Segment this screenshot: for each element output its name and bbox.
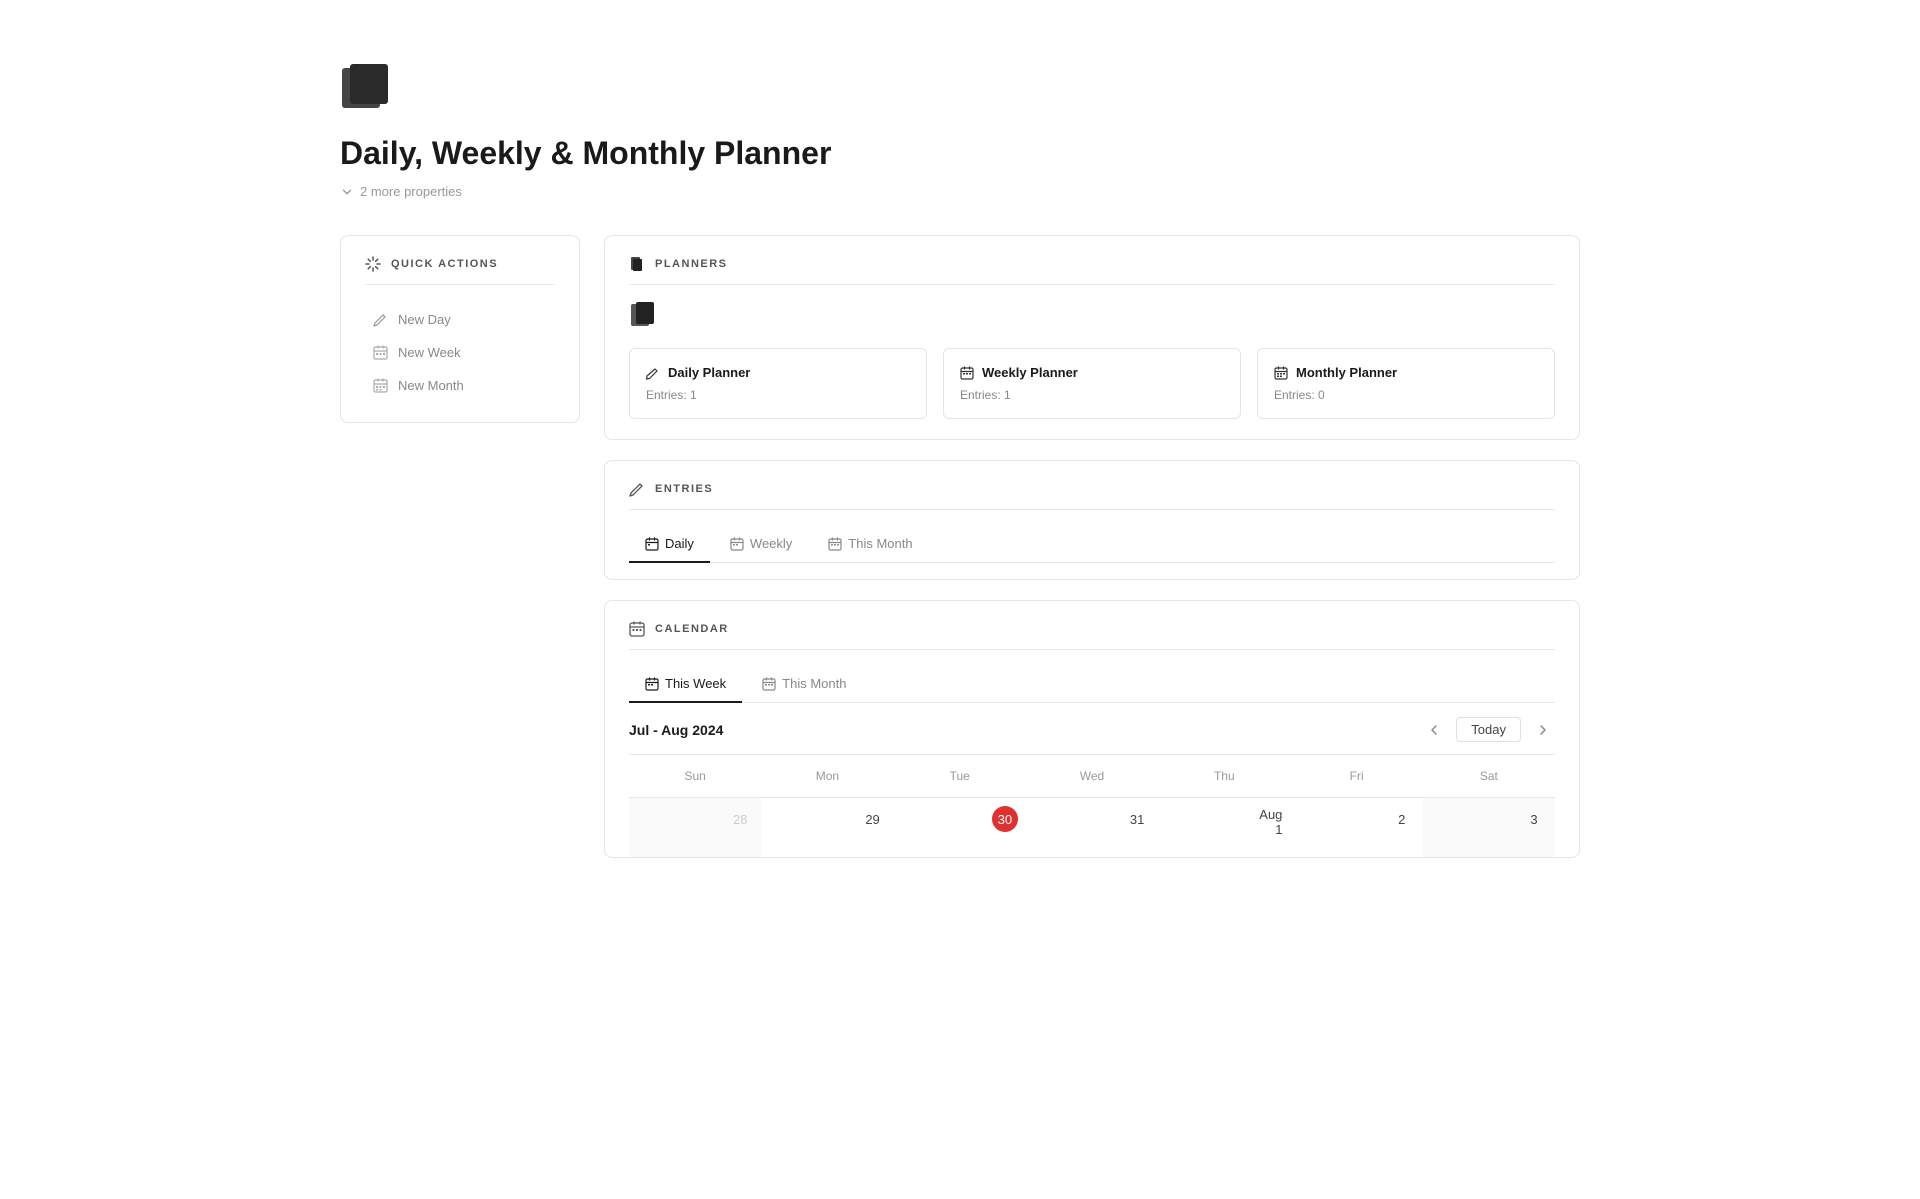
quick-action-new-month[interactable]: New Month	[365, 369, 555, 402]
calendar-cell-3[interactable]: 3	[1423, 797, 1555, 857]
day-header-sun: Sun	[629, 763, 761, 789]
monthly-planner-card[interactable]: Monthly Planner Entries: 0	[1257, 348, 1555, 419]
new-month-label: New Month	[398, 378, 464, 393]
day-num-2: 2	[1389, 806, 1415, 832]
calendar-tab-list: This Week This Month	[629, 666, 1555, 703]
calendar-month-icon	[373, 378, 388, 393]
weekly-planner-title: Weekly Planner	[960, 365, 1224, 380]
tab-this-week[interactable]: This Week	[629, 666, 742, 703]
calendar-card: CALENDAR This Week	[604, 600, 1580, 858]
daily-planner-title: Daily Planner	[646, 365, 910, 380]
planners-header: PLANNERS	[629, 256, 1555, 285]
calendar-grid-body: 28 29 30 31 Aug 1	[629, 797, 1555, 857]
planner-notebook-icon-area	[629, 301, 1555, 332]
quick-actions-card: QUICK ACTIONS New Day	[340, 235, 580, 423]
more-properties-label: 2 more properties	[360, 184, 462, 199]
calendar-tab-month-icon	[828, 537, 842, 551]
calendar-week-icon	[373, 345, 388, 360]
day-header-wed: Wed	[1026, 763, 1158, 789]
calendar-day-headers: Sun Mon Tue Wed Thu Fri Sat	[629, 754, 1555, 797]
pencil-icon	[373, 312, 388, 327]
planners-grid: Daily Planner Entries: 1	[629, 348, 1555, 419]
calendar-header: CALENDAR	[629, 621, 1555, 650]
quick-actions-header: QUICK ACTIONS	[365, 256, 555, 285]
day-num-30: 30	[992, 806, 1018, 832]
pencil-cal-icon	[646, 366, 660, 380]
day-header-mon: Mon	[761, 763, 893, 789]
book-icon	[629, 256, 645, 272]
tab-cal-this-month-label: This Month	[782, 676, 846, 691]
tab-daily-label: Daily	[665, 536, 694, 551]
pencil-entries-icon	[629, 481, 645, 497]
tab-this-week-label: This Week	[665, 676, 726, 691]
tab-weekly[interactable]: Weekly	[714, 526, 808, 563]
calendar-cell-2[interactable]: 2	[1290, 797, 1422, 857]
day-header-sat: Sat	[1423, 763, 1555, 789]
daily-planner-card[interactable]: Daily Planner Entries: 1	[629, 348, 927, 419]
entries-card: ENTRIES Daily	[604, 460, 1580, 580]
daily-planner-entries: Entries: 1	[646, 388, 910, 402]
planners-title: PLANNERS	[655, 258, 728, 270]
weekly-planner-card[interactable]: Weekly Planner Entries: 1	[943, 348, 1241, 419]
calendar-tab-icon	[645, 537, 659, 551]
entries-header: ENTRIES	[629, 481, 1555, 510]
calendar-nav-controls: Today	[1422, 717, 1555, 742]
calendar-cell-30[interactable]: 30	[894, 797, 1026, 857]
calendar-nav: Jul - Aug 2024 Today	[629, 703, 1555, 754]
calendar-icon-weekly	[960, 366, 974, 380]
monthly-planner-entries: Entries: 0	[1274, 388, 1538, 402]
day-num-28: 28	[727, 806, 753, 832]
calendar-title: CALENDAR	[655, 623, 729, 635]
more-properties-toggle[interactable]: 2 more properties	[340, 184, 1580, 199]
calendar-cell-29[interactable]: 29	[761, 797, 893, 857]
planners-card: PLANNERS	[604, 235, 1580, 440]
entries-tabs: Daily Weekly	[629, 526, 1555, 579]
chevron-right-icon	[1536, 723, 1550, 737]
calendar-week-tab-icon	[645, 677, 659, 691]
weekly-planner-entries: Entries: 1	[960, 388, 1224, 402]
sparkle-icon	[365, 256, 381, 272]
calendar-next-button[interactable]	[1531, 718, 1555, 742]
entries-tab-list: Daily Weekly	[629, 526, 1555, 563]
left-panel: QUICK ACTIONS New Day	[340, 235, 580, 423]
entries-title: ENTRIES	[655, 483, 713, 495]
quick-action-new-day[interactable]: New Day	[365, 303, 555, 336]
tab-weekly-label: Weekly	[750, 536, 792, 551]
page-container: Daily, Weekly & Monthly Planner 2 more p…	[260, 0, 1660, 918]
calendar-month-label: Jul - Aug 2024	[629, 722, 723, 738]
page-title: Daily, Weekly & Monthly Planner	[340, 135, 1580, 172]
monthly-planner-title: Monthly Planner	[1274, 365, 1538, 380]
day-header-tue: Tue	[894, 763, 1026, 789]
tab-daily[interactable]: Daily	[629, 526, 710, 563]
calendar-icon-monthly	[1274, 366, 1288, 380]
day-num-aug1: Aug 1	[1256, 809, 1282, 835]
right-panel: PLANNERS	[604, 235, 1580, 858]
tab-cal-this-month[interactable]: This Month	[746, 666, 862, 703]
new-week-label: New Week	[398, 345, 461, 360]
app-logo	[340, 60, 1580, 115]
tab-this-month-label: This Month	[848, 536, 912, 551]
calendar-cell-28[interactable]: 28	[629, 797, 761, 857]
main-layout: QUICK ACTIONS New Day	[340, 235, 1580, 858]
calendar-cell-31[interactable]: 31	[1026, 797, 1158, 857]
day-header-thu: Thu	[1158, 763, 1290, 789]
tab-this-month[interactable]: This Month	[812, 526, 928, 563]
quick-actions-title: QUICK ACTIONS	[391, 258, 498, 270]
chevron-left-icon	[1427, 723, 1441, 737]
calendar-tab-weekly-icon	[730, 537, 744, 551]
calendar-section-icon	[629, 621, 645, 637]
notebook-icon	[629, 301, 657, 329]
chevron-down-icon	[340, 185, 354, 199]
new-day-label: New Day	[398, 312, 451, 327]
day-num-31: 31	[1124, 806, 1150, 832]
calendar-cell-aug1[interactable]: Aug 1	[1158, 797, 1290, 857]
calendar-month-tab-icon	[762, 677, 776, 691]
day-header-fri: Fri	[1290, 763, 1422, 789]
calendar-prev-button[interactable]	[1422, 718, 1446, 742]
today-button[interactable]: Today	[1456, 717, 1521, 742]
day-num-29: 29	[860, 806, 886, 832]
day-num-3: 3	[1521, 806, 1547, 832]
quick-action-new-week[interactable]: New Week	[365, 336, 555, 369]
